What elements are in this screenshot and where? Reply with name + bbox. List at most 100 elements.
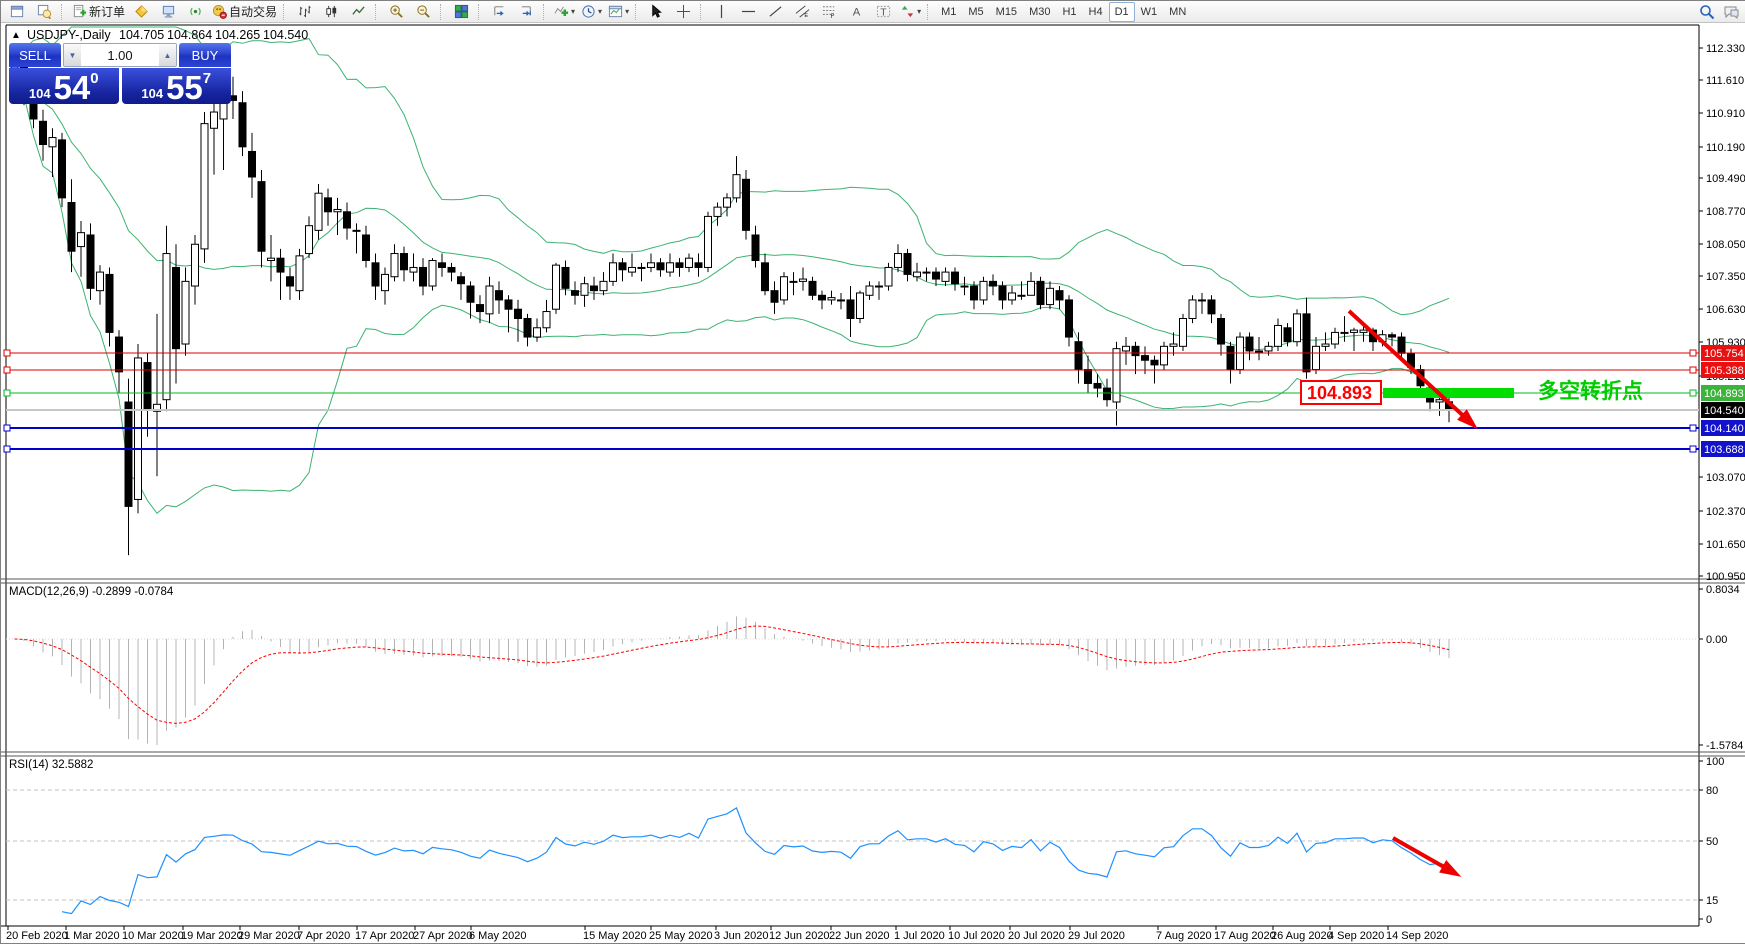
candle-body — [192, 244, 199, 286]
templates-button[interactable]: ▾ — [605, 1, 632, 22]
periods-dropdown-caret[interactable]: ▾ — [598, 8, 602, 16]
rsi-downtrend-arrow[interactable] — [1393, 838, 1451, 871]
hline-anchor[interactable] — [1690, 350, 1696, 356]
templates-icon — [608, 4, 623, 19]
indicators-dropdown-caret[interactable]: ▾ — [571, 8, 575, 16]
arrows-button[interactable]: ▾ — [897, 1, 924, 22]
candle-body — [1075, 342, 1082, 370]
date-axis-label: 15 May 2020 — [583, 930, 647, 942]
candle-body — [496, 291, 503, 300]
metaeditor-button[interactable] — [128, 1, 155, 22]
vertical-line-icon — [714, 4, 729, 19]
metaeditor-icon — [134, 4, 149, 19]
new-window-button[interactable] — [4, 1, 31, 22]
arrows-icon — [900, 4, 915, 19]
volume-increase-button[interactable]: ▲ — [159, 44, 176, 66]
search-icon[interactable] — [1699, 4, 1715, 20]
autotrading-label: 自动交易 — [229, 3, 277, 20]
chart-shift-button[interactable] — [513, 1, 540, 22]
candle-body — [78, 233, 85, 247]
candle-body — [1180, 318, 1187, 346]
candle-body — [961, 286, 968, 287]
hline-anchor[interactable] — [4, 350, 10, 356]
zoom-out-icon — [416, 4, 431, 19]
chat-icon[interactable] — [1723, 4, 1740, 20]
buy-button[interactable]: BUY — [179, 43, 231, 67]
text-button[interactable]: A — [843, 1, 870, 22]
profiles-icon — [37, 4, 52, 19]
text-label-button[interactable]: T — [870, 1, 897, 22]
profiles-button[interactable] — [31, 1, 58, 22]
mt4-application: 新订单 自动交易 — [0, 0, 1745, 944]
hline-anchor[interactable] — [4, 446, 10, 452]
tile-windows-button[interactable] — [448, 1, 475, 22]
new-order-button[interactable]: 新订单 — [69, 1, 128, 22]
sell-button[interactable]: SELL — [9, 43, 61, 67]
price-label-text: 104.893 — [1307, 383, 1372, 403]
candle-body — [990, 281, 997, 286]
candle-body — [1037, 281, 1044, 304]
hline-anchor[interactable] — [1690, 446, 1696, 452]
terminal-button[interactable] — [155, 1, 182, 22]
hline-anchor[interactable] — [4, 425, 10, 431]
autotrading-button[interactable]: 自动交易 — [209, 1, 280, 22]
candle-body — [695, 263, 702, 268]
cursor-button[interactable] — [643, 1, 670, 22]
candle-body — [505, 300, 512, 309]
auto-scroll-button[interactable] — [486, 1, 513, 22]
timeframe-button-m30[interactable]: M30 — [1023, 2, 1056, 22]
arrows-dropdown-caret[interactable]: ▾ — [917, 8, 921, 16]
candle-body — [1246, 337, 1253, 351]
timeframe-button-h1[interactable]: H1 — [1056, 2, 1082, 22]
timeframe-button-d1[interactable]: D1 — [1109, 2, 1135, 22]
candle-body — [1332, 332, 1339, 344]
equidistant-channel-button[interactable]: E — [789, 1, 816, 22]
signals-button[interactable] — [182, 1, 209, 22]
buy-price-display[interactable]: 104 55 7 — [122, 68, 232, 104]
timeframe-button-m5[interactable]: M5 — [962, 2, 989, 22]
candle-body — [97, 272, 104, 291]
sell-price-display[interactable]: 104 54 0 — [9, 68, 119, 104]
bar-chart-button[interactable] — [291, 1, 318, 22]
chart-canvas[interactable]: 112.330111.610110.910110.190109.490108.7… — [1, 1, 1745, 943]
candle-body — [1018, 295, 1025, 296]
crosshair-button[interactable] — [670, 1, 697, 22]
hline-anchor[interactable] — [1690, 367, 1696, 373]
hline-anchor[interactable] — [1690, 390, 1696, 396]
chart-shift-icon — [519, 4, 534, 19]
vertical-line-button[interactable] — [708, 1, 735, 22]
periods-button[interactable]: ▾ — [578, 1, 605, 22]
candle-body — [277, 258, 284, 272]
hline-anchor[interactable] — [4, 390, 10, 396]
candle-body — [971, 286, 978, 300]
turning-point-highlight-bar[interactable] — [1383, 388, 1514, 398]
candlestick-chart-button[interactable] — [318, 1, 345, 22]
volume-decrease-button[interactable]: ▼ — [64, 44, 81, 66]
candle-body — [87, 235, 94, 288]
date-axis-label: 19 Mar 2020 — [181, 930, 243, 942]
date-axis-label: 27 Apr 2020 — [413, 930, 472, 942]
hline-anchor[interactable] — [1690, 425, 1696, 431]
turning-point-text[interactable]: 多空转折点 — [1538, 379, 1643, 403]
volume-input[interactable]: 1.00 — [81, 44, 159, 66]
horizontal-line-button[interactable] — [735, 1, 762, 22]
fibonacci-button[interactable]: F — [816, 1, 843, 22]
zoom-in-button[interactable] — [383, 1, 410, 22]
zoom-out-button[interactable] — [410, 1, 437, 22]
templates-dropdown-caret[interactable]: ▾ — [625, 8, 629, 16]
candle-body — [733, 175, 740, 198]
chart-title-low: 104.265 — [215, 28, 260, 42]
chart-collapse-icon[interactable]: ▲ — [11, 30, 21, 41]
timeframe-button-h4[interactable]: H4 — [1083, 2, 1109, 22]
line-chart-button[interactable] — [345, 1, 372, 22]
timeframe-button-m1[interactable]: M1 — [935, 2, 962, 22]
date-axis-label: 1 Jul 2020 — [894, 930, 945, 942]
timeframe-button-w1[interactable]: W1 — [1135, 2, 1164, 22]
line-chart-icon — [351, 4, 366, 19]
hline-anchor[interactable] — [4, 367, 10, 373]
indicators-button[interactable]: ▾ — [551, 1, 578, 22]
sell-point: 0 — [90, 70, 98, 87]
timeframe-button-m15[interactable]: M15 — [990, 2, 1023, 22]
timeframe-button-mn[interactable]: MN — [1163, 2, 1192, 22]
trend-line-button[interactable] — [762, 1, 789, 22]
